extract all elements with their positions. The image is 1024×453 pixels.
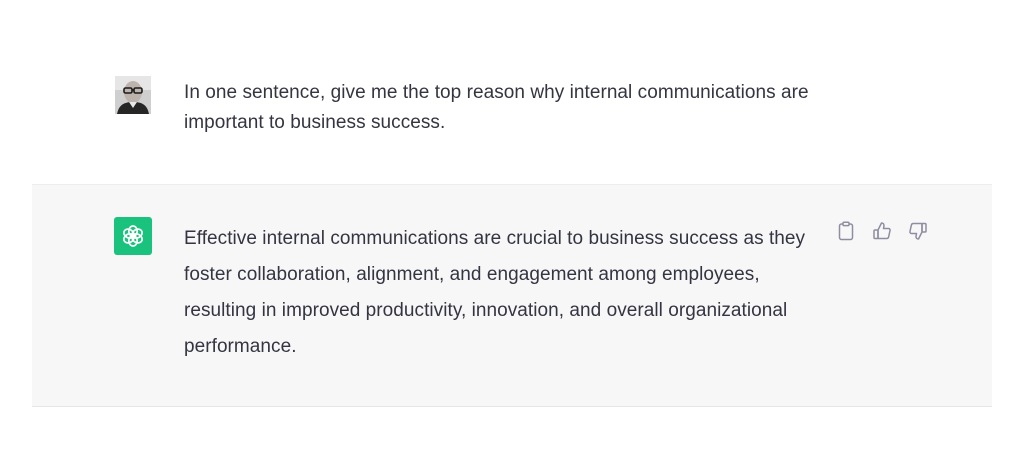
user-message-text: In one sentence, give me the top reason … <box>184 82 809 133</box>
thumbs-down-button[interactable] <box>908 221 928 241</box>
clipboard-icon <box>838 221 854 241</box>
thumbs-down-icon <box>909 222 927 240</box>
assistant-avatar <box>114 217 152 255</box>
openai-logo-icon <box>123 225 143 247</box>
user-message: In one sentence, give me the top reason … <box>0 0 1024 184</box>
assistant-message-text: Effective internal communications are cr… <box>184 228 806 357</box>
chat-conversation: In one sentence, give me the top reason … <box>0 0 1024 453</box>
message-actions <box>836 221 928 241</box>
user-photo-icon <box>115 76 151 114</box>
thumbs-up-button[interactable] <box>872 221 892 241</box>
thumbs-up-icon <box>873 222 891 240</box>
copy-button[interactable] <box>836 221 856 241</box>
assistant-message: Effective internal communications are cr… <box>32 184 992 407</box>
user-avatar <box>115 76 151 114</box>
